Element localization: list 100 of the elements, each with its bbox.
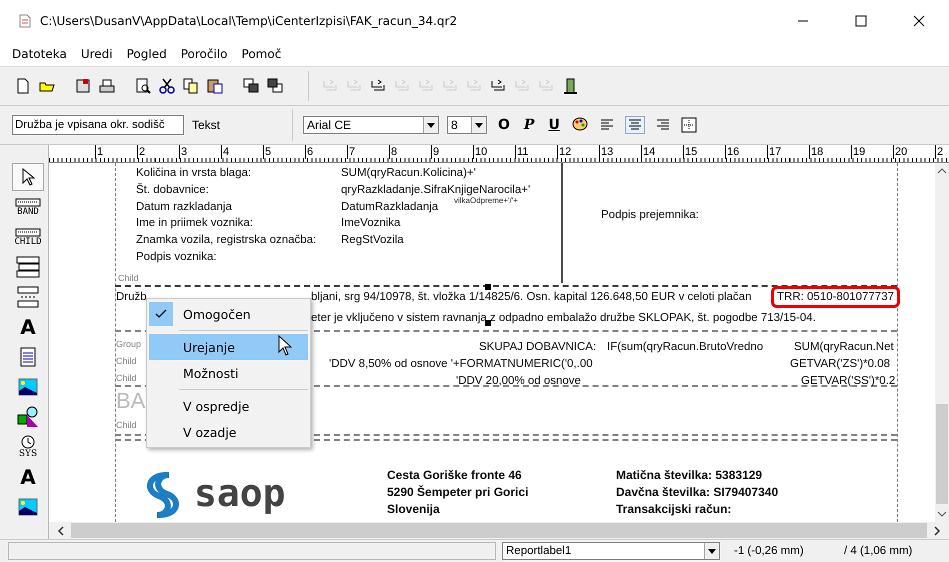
report-label[interactable]: 'DDV 20,00% od osnove [456, 374, 581, 388]
align-right-icon [656, 119, 670, 131]
maximize-icon[interactable] [855, 15, 867, 27]
bring-forward-icon[interactable] [242, 77, 260, 95]
report-label[interactable]: IF(sum(qryRacun.BrutoVredno [607, 340, 764, 354]
band-label[interactable]: Group [116, 337, 142, 351]
dropdown-arrow-icon [475, 122, 483, 128]
scroll-down-icon[interactable] [937, 510, 947, 518]
scroll-thumb[interactable] [936, 404, 948, 504]
selection-handle[interactable] [485, 284, 491, 290]
report-label[interactable]: Matična številka: 5383129 [616, 468, 762, 482]
report-label[interactable]: Znamka vozila, registrska označba: [136, 233, 316, 247]
band-icon [15, 198, 41, 206]
report-label[interactable]: ImeVoznika [341, 216, 400, 230]
report-label[interactable]: 'DDV 8,50% od osnove '+FORMATNUMERIC('0,.00 [329, 357, 593, 371]
report-label[interactable]: Datum razkladanja [136, 200, 232, 214]
align-button[interactable] [624, 116, 645, 134]
sysdata-tool[interactable]: SYS [12, 433, 44, 461]
report-label[interactable]: SKUPAJ DOBAVNICA: [479, 340, 596, 354]
band-icon [15, 228, 41, 236]
band-label[interactable]: Child [116, 371, 137, 385]
grid-icon[interactable] [680, 117, 697, 133]
font-style-button[interactable]: U [545, 117, 563, 133]
mouse-cursor-icon [278, 335, 292, 357]
picture-icon [18, 378, 38, 396]
report-label[interactable]: Transakcijski račun: [616, 502, 732, 516]
pointer-tool[interactable] [12, 163, 44, 191]
font-style-button[interactable]: O [495, 117, 513, 133]
close-icon[interactable] [913, 15, 925, 27]
y-position-text: / 4 (1,06 mm) [844, 545, 914, 557]
shapes-icon [17, 406, 39, 428]
send-backward-icon[interactable] [266, 77, 284, 95]
report-label[interactable]: GETVAR('SS')*0.2 [801, 374, 896, 388]
text-field[interactable]: Družba je vpisana okr. sodišč [12, 115, 184, 135]
app-icon [18, 13, 32, 29]
report-label[interactable]: SUM(qryRacun.Kolicina)+' [341, 166, 476, 180]
memo-icon [20, 347, 36, 367]
font-style-button[interactable]: P [520, 117, 538, 133]
align-center-icon [628, 119, 642, 131]
font-size-dropdown[interactable]: 8 [447, 116, 487, 134]
context-menu-item[interactable]: V ozadje [149, 419, 308, 445]
report-label[interactable]: Ime in priimek voznika: [136, 216, 253, 230]
report-label[interactable]: Št. dobavnice: [136, 183, 209, 197]
menu-item[interactable]: Uredi [80, 47, 113, 61]
report-label[interactable]: vilkaOdpreme+'/'+ [454, 194, 518, 208]
copy-icon[interactable] [182, 77, 200, 95]
component-type-label: Tekst [192, 118, 222, 132]
component-dropdown[interactable]: Reportlabel1 [502, 542, 720, 560]
report-label[interactable]: Količina in vrsta blaga: [136, 166, 252, 180]
picture-icon [18, 498, 38, 516]
menu-item[interactable]: Poročilo [180, 47, 228, 61]
paste-icon[interactable] [206, 77, 224, 95]
context-menu-item[interactable]: Možnosti [149, 360, 308, 386]
font-dropdown[interactable]: Arial CE [303, 116, 439, 134]
print-preview-icon[interactable] [134, 77, 152, 95]
clock-icon [20, 435, 36, 449]
window-title: C:\Users\DusanV\AppData\Local\Temp\iCenterIzpisi\FAK_racun_34.qr2 [40, 14, 458, 28]
context-menu-item[interactable]: Urejanje [149, 334, 308, 360]
context-menu-item[interactable]: Omogočen [149, 301, 308, 327]
report-label[interactable]: qryRazkladanje.SifraKnjigeNarocila+' [341, 183, 530, 197]
report-label[interactable]: SUM(qryRacun.Net [794, 340, 894, 354]
report-label[interactable]: eter je vključeno v sistem ravnanja z odpadno embalažo družbe SKLOPAK, št. pogodbe 713/15-04. [311, 311, 816, 325]
x-position-text: -1 (-0,26 mm) [734, 545, 805, 557]
scroll-up-icon[interactable] [937, 167, 947, 175]
align-left-icon [600, 119, 614, 131]
band-label[interactable]: Child [116, 354, 137, 368]
child-tool[interactable]: CHILD [12, 223, 44, 251]
report-label[interactable]: bljani, srg 94/10978, št. vložka 1/14825/6. Osn. kapital 126.648,50 EUR v celoti plačan [311, 290, 752, 304]
band-tool[interactable]: BAND [12, 193, 44, 221]
report-label[interactable]: Slovenija [387, 502, 440, 516]
print-icon[interactable] [98, 77, 116, 95]
scroll-left-icon[interactable] [57, 526, 65, 536]
menu-item[interactable]: Datoteka [12, 47, 67, 61]
context-menu-item[interactable]: V ospredje [149, 393, 308, 419]
stacked-bands-icon [16, 256, 40, 278]
report-label[interactable]: GETVAR('ZS')*0.08 [790, 357, 890, 371]
band-label[interactable]: Child [116, 418, 137, 432]
menu-item[interactable]: Pomoč [242, 47, 282, 61]
band-label[interactable]: Child [118, 271, 139, 285]
report-label[interactable]: Družb [116, 290, 147, 304]
report-label[interactable]: RegStVozila [341, 233, 404, 247]
report-label[interactable]: Podpis prejemnika: [601, 208, 699, 222]
report-label[interactable]: Podpis voznika: [136, 250, 217, 264]
cut-icon[interactable] [158, 77, 176, 95]
dropdown-arrow-icon [708, 548, 716, 554]
report-label[interactable]: Davčna številka: SI79407340 [616, 485, 778, 499]
menu-item[interactable]: Pogled [126, 47, 167, 61]
report-label[interactable]: Cesta Goriške fronte 46 [387, 468, 522, 482]
selection-handle[interactable] [485, 320, 491, 326]
report-label[interactable]: 5290 Šempeter pri Gorici [387, 485, 528, 499]
scroll-thumb[interactable] [71, 523, 927, 538]
scroll-right-icon[interactable] [933, 526, 941, 536]
checkmark-icon [155, 309, 167, 319]
save-icon[interactable] [74, 77, 92, 95]
label-tool[interactable]: A [12, 313, 44, 341]
report-label[interactable]: DatumRazkladanja [341, 200, 438, 214]
dbtext-tool[interactable]: A [12, 463, 44, 491]
dropdown-arrow-icon [427, 122, 435, 128]
ruler: 1 2 3 4 5 6 7 8 9 10 11 12 13 14 15 16 17 18 19 20 2 [49, 145, 949, 163]
exit-door-icon[interactable] [561, 77, 579, 95]
